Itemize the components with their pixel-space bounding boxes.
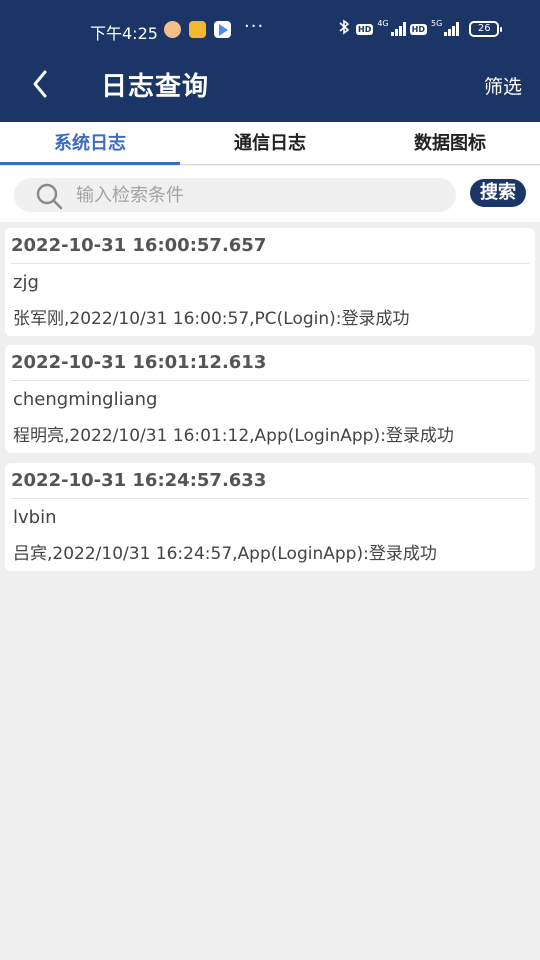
signal-icon-2 xyxy=(444,22,460,36)
notification-icons xyxy=(164,21,231,38)
log-message: 吕宾,2022/10/31 16:24:57,App(LoginApp):登录成… xyxy=(13,544,437,564)
log-timestamp: 2022-10-31 16:00:57.657 xyxy=(11,235,267,256)
tab-communication-log[interactable]: 通信日志 xyxy=(180,122,360,164)
tab-data-chart[interactable]: 数据图标 xyxy=(360,122,540,164)
page-title: 日志查询 xyxy=(101,72,210,102)
search-box[interactable] xyxy=(14,178,456,212)
more-notifications-icon: ··· xyxy=(244,16,265,37)
chevron-left-icon xyxy=(33,70,47,98)
log-user: zjg xyxy=(13,272,39,293)
search-bar: 搜索 xyxy=(0,166,540,222)
log-entry[interactable]: 2022-10-31 16:24:57.633 lvbin 吕宾,2022/10… xyxy=(5,463,535,571)
log-message: 张军刚,2022/10/31 16:00:57,PC(Login):登录成功 xyxy=(13,309,410,329)
hd-badge: HD xyxy=(356,23,374,35)
divider xyxy=(11,263,529,264)
status-time: 下午4:25 xyxy=(90,24,158,43)
search-icon xyxy=(36,183,63,210)
play-store-notification-icon xyxy=(214,21,231,38)
divider xyxy=(11,380,529,381)
signal-icon xyxy=(390,22,406,36)
network-5g-label: 5G xyxy=(430,18,443,28)
back-button[interactable] xyxy=(22,64,58,104)
filter-button[interactable]: 筛选 xyxy=(484,72,522,99)
log-message: 程明亮,2022/10/31 16:01:12,App(LoginApp):登录… xyxy=(13,426,454,446)
notes-notification-icon xyxy=(189,21,206,38)
status-bar: 下午4:25 ··· HD 4G HD 5G 26 xyxy=(0,16,540,46)
search-button[interactable]: 搜索 xyxy=(470,179,526,207)
network-4g-label: 4G xyxy=(377,18,389,28)
tab-bar: 系统日志 通信日志 数据图标 xyxy=(0,122,540,165)
battery-icon: 26 xyxy=(469,21,503,37)
log-entry[interactable]: 2022-10-31 16:01:12.613 chengmingliang 程… xyxy=(5,345,535,453)
app-header: 下午4:25 ··· HD 4G HD 5G 26 日志查询 筛选 xyxy=(0,0,540,122)
log-user: chengmingliang xyxy=(13,389,158,410)
tab-system-log[interactable]: 系统日志 xyxy=(0,122,180,165)
log-timestamp: 2022-10-31 16:01:12.613 xyxy=(11,352,267,373)
log-user: lvbin xyxy=(13,507,57,528)
log-entry[interactable]: 2022-10-31 16:00:57.657 zjg 张军刚,2022/10/… xyxy=(5,228,535,336)
search-input[interactable] xyxy=(76,180,436,210)
avatar-notification-icon xyxy=(164,21,181,38)
hd-badge-2: HD xyxy=(409,23,427,35)
divider xyxy=(11,498,529,499)
system-indicators: HD 4G HD 5G 26 xyxy=(338,18,503,39)
bluetooth-icon xyxy=(338,19,352,39)
log-timestamp: 2022-10-31 16:24:57.633 xyxy=(11,470,267,491)
